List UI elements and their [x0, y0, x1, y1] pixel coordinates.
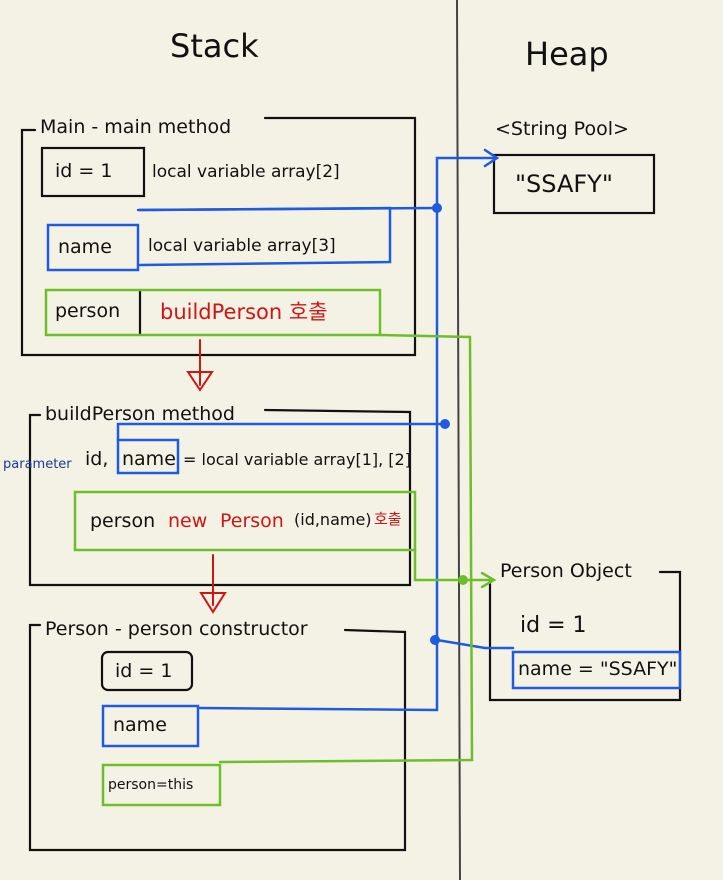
ctor-this-var: person=this [108, 777, 194, 793]
heap-title: Heap [525, 35, 609, 73]
ctor-frame-label: Person - person constructor [45, 618, 308, 640]
object-id: id = 1 [520, 613, 587, 638]
ctor-id-var: id = 1 [115, 660, 173, 682]
stack-title: Stack [170, 27, 259, 65]
main-id-desc: local variable array[2] [152, 162, 340, 182]
diagram-canvas: Stack Heap Main - main method id = 1 loc… [0, 0, 723, 880]
param-name: name [122, 448, 176, 470]
build-person-var: person [90, 510, 156, 532]
pool-label: <String Pool> [495, 118, 629, 140]
object-name: name = "SSAFY" [518, 658, 678, 680]
object-label: Person Object [500, 560, 632, 582]
ctor-name-var: name [113, 714, 167, 736]
main-frame-label: Main - main method [40, 116, 232, 138]
main-id-var: id = 1 [55, 160, 113, 182]
pool-value: "SSAFY" [515, 170, 613, 198]
build-frame-label: buildPerson method [45, 403, 235, 425]
call-word: 호출 [374, 510, 402, 528]
ctor-frame-box [28, 623, 407, 852]
main-person-var: person [55, 300, 121, 322]
main-name-var: name [58, 236, 112, 258]
new-keyword: new [168, 510, 208, 532]
main-name-desc: local variable array[3] [148, 236, 336, 256]
new-class: Person [220, 510, 284, 532]
params-desc: = local variable array[1], [2] [183, 450, 411, 469]
param-tag: parameter [3, 457, 72, 472]
new-args: (id,name) [294, 510, 372, 529]
params-prefix: id, [85, 448, 109, 470]
build-frame-box [28, 408, 412, 587]
main-person-desc: buildPerson 호출 [160, 300, 328, 324]
stack-heap-divider [456, 0, 461, 880]
